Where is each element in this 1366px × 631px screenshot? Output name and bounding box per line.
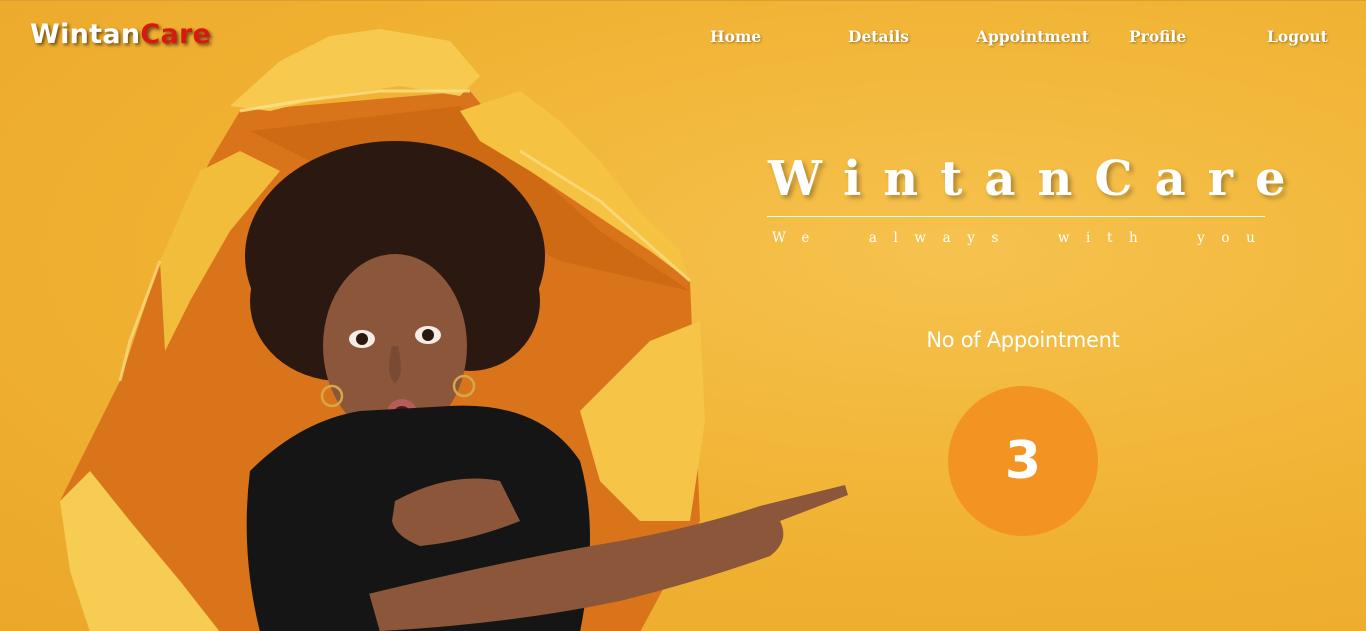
title-divider	[767, 216, 1265, 217]
nav-appointment[interactable]: Appointment	[976, 27, 1089, 46]
brand-name-part2: Care	[140, 19, 212, 50]
brand-logo[interactable]: WintanCare	[30, 19, 211, 50]
nav-home[interactable]: Home	[710, 27, 761, 46]
appointment-count-label: No of Appointment	[926, 328, 1120, 352]
nav-profile[interactable]: Profile	[1129, 27, 1186, 46]
hero-section: WintanCare Home Details Appointment Prof…	[0, 0, 1366, 631]
brand-name-part1: Wintan	[30, 19, 141, 50]
pupil	[356, 333, 368, 345]
hero-tagline: We always with you	[772, 230, 1272, 246]
appointment-count-badge: 3	[948, 386, 1098, 536]
hero-image	[60, 29, 848, 631]
nav-logout[interactable]: Logout	[1267, 27, 1328, 46]
nose	[389, 346, 401, 383]
hero-title: WintanCare	[768, 151, 1308, 207]
nav-details[interactable]: Details	[848, 27, 909, 46]
appointment-count-value: 3	[1004, 431, 1042, 491]
pupil	[422, 329, 434, 341]
